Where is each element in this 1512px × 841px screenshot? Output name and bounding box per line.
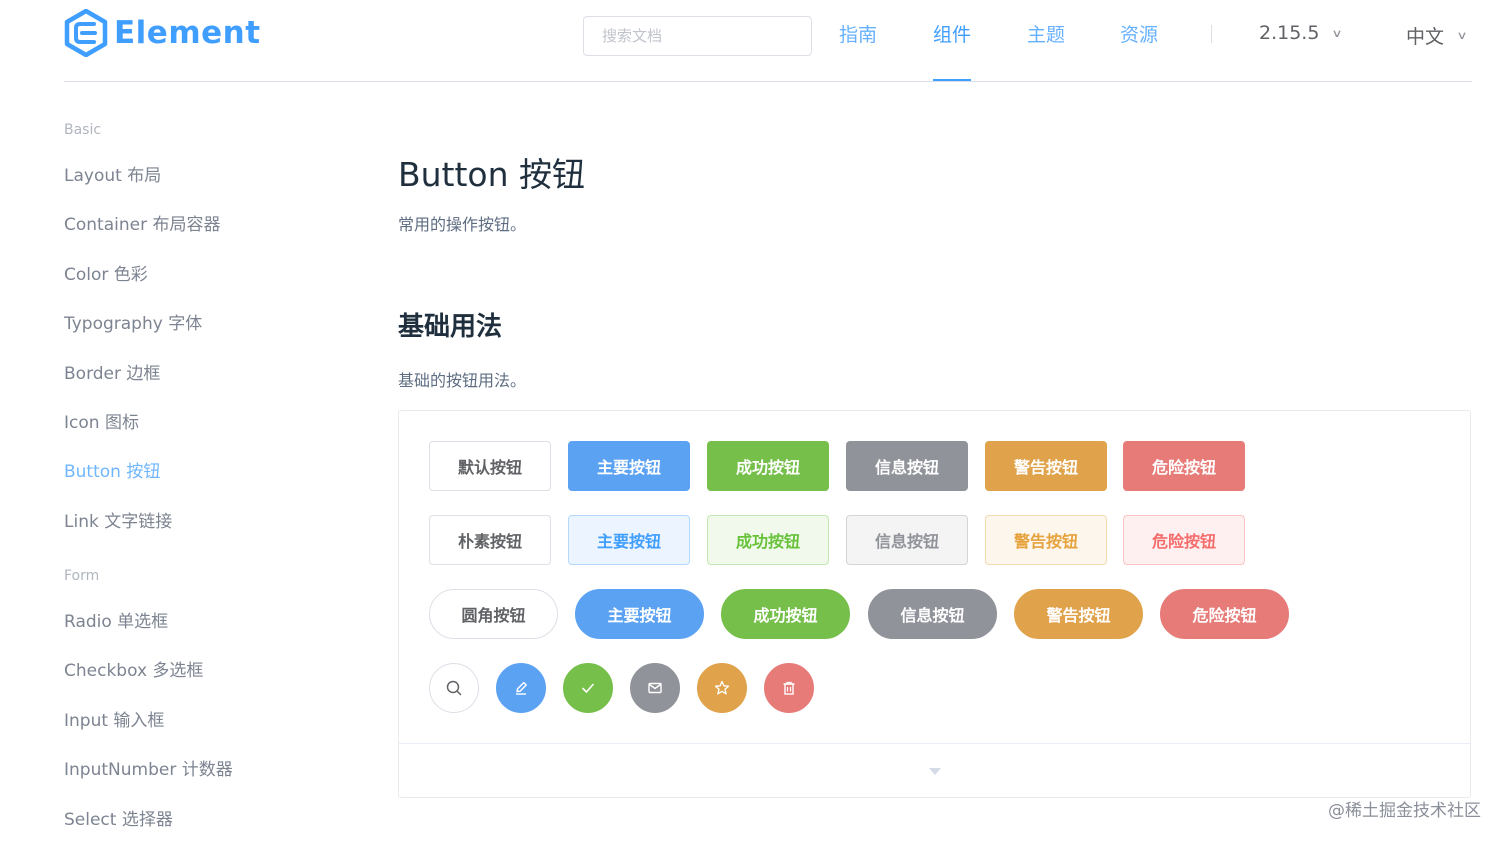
circle-search-button[interactable]: [429, 663, 479, 713]
warning-button[interactable]: 警告按钮: [985, 441, 1107, 491]
circle-delete-button[interactable]: [764, 663, 814, 713]
primary-button[interactable]: 主要按钮: [568, 441, 690, 491]
plain-warning-button[interactable]: 警告按钮: [985, 515, 1107, 565]
language-label: 中文: [1406, 26, 1445, 48]
element-logo-icon: [64, 9, 108, 57]
nav-active-indicator: [933, 79, 971, 81]
nav-components[interactable]: 组件: [933, 20, 971, 47]
language-dropdown[interactable]: 中文 ∨: [1406, 22, 1468, 49]
edit-icon: [516, 681, 527, 695]
round-info-button[interactable]: 信息按钮: [868, 589, 997, 639]
version-dropdown[interactable]: 2.15.5 ∨: [1259, 22, 1344, 44]
round-warning-button[interactable]: 警告按钮: [1014, 589, 1143, 639]
chevron-down-icon: ∨: [1456, 29, 1468, 42]
sidebar-item-container[interactable]: Container 布局容器: [64, 210, 220, 235]
search-input[interactable]: [583, 16, 812, 56]
plain-info-button[interactable]: 信息按钮: [846, 515, 968, 565]
plain-button[interactable]: 朴素按钮: [429, 515, 551, 565]
sidebar-item-select[interactable]: Select 选择器: [64, 805, 173, 830]
sidebar-item-inputnumber[interactable]: InputNumber 计数器: [64, 755, 233, 780]
delete-icon: [783, 681, 795, 695]
plain-primary-button[interactable]: 主要按钮: [568, 515, 690, 565]
version-label: 2.15.5: [1259, 22, 1320, 44]
sidebar-item-checkbox[interactable]: Checkbox 多选框: [64, 656, 203, 681]
section-description: 基础的按钮用法。: [398, 371, 527, 390]
sidebar-item-typography[interactable]: Typography 字体: [64, 309, 202, 334]
nav-theme[interactable]: 主题: [1027, 20, 1065, 47]
nav-guide[interactable]: 指南: [839, 20, 877, 47]
sidebar-item-color[interactable]: Color 色彩: [64, 260, 148, 285]
element-logo[interactable]: Element: [64, 8, 261, 58]
circle-edit-button[interactable]: [496, 663, 546, 713]
message-icon: [648, 682, 662, 694]
search-icon: [446, 680, 462, 696]
default-button[interactable]: 默认按钮: [429, 441, 551, 491]
chevron-down-icon: ∨: [1331, 26, 1344, 40]
page-description: 常用的操作按钮。: [398, 215, 527, 234]
round-danger-button[interactable]: 危险按钮: [1160, 589, 1289, 639]
round-primary-button[interactable]: 主要按钮: [575, 589, 704, 639]
circle-message-button[interactable]: [630, 663, 680, 713]
plain-success-button[interactable]: 成功按钮: [707, 515, 829, 565]
caret-down-icon: [929, 768, 941, 775]
circle-star-button[interactable]: [697, 663, 747, 713]
check-icon: [582, 683, 594, 693]
sidebar-group-basic: Basic: [64, 122, 102, 138]
sidebar-item-input[interactable]: Input 输入框: [64, 706, 164, 731]
sidebar-item-border[interactable]: Border 边框: [64, 359, 160, 384]
danger-button[interactable]: 危险按钮: [1123, 441, 1245, 491]
info-button[interactable]: 信息按钮: [846, 441, 968, 491]
top-header: Element 指南 组件 主题 资源 2.15.5 ∨ 中文 ∨: [64, 0, 1472, 82]
nav-divider: [1211, 25, 1212, 43]
watermark: @稀土掘金技术社区: [1328, 801, 1481, 821]
success-button[interactable]: 成功按钮: [707, 441, 829, 491]
plain-danger-button[interactable]: 危险按钮: [1123, 515, 1245, 565]
section-title: 基础用法: [398, 312, 503, 342]
sidebar-item-layout[interactable]: Layout 布局: [64, 161, 161, 186]
page-title: Button 按钮: [398, 155, 586, 194]
sidebar-item-button[interactable]: Button 按钮: [64, 457, 160, 482]
nav-resources[interactable]: 资源: [1120, 20, 1158, 47]
star-icon: [714, 680, 730, 695]
round-button[interactable]: 圆角按钮: [429, 589, 558, 639]
sidebar-item-link[interactable]: Link 文字链接: [64, 507, 172, 532]
sidebar-group-form: Form: [64, 568, 100, 584]
demo-block: 默认按钮 主要按钮 成功按钮 信息按钮 警告按钮 危险按钮 朴素按钮 主要按钮 …: [398, 410, 1471, 798]
sidebar-item-radio[interactable]: Radio 单选框: [64, 607, 168, 632]
logo-text: Element: [114, 15, 261, 51]
round-success-button[interactable]: 成功按钮: [721, 589, 850, 639]
sidebar-item-icon[interactable]: Icon 图标: [64, 408, 139, 433]
circle-check-button[interactable]: [563, 663, 613, 713]
demo-code-toggle[interactable]: [399, 743, 1470, 797]
